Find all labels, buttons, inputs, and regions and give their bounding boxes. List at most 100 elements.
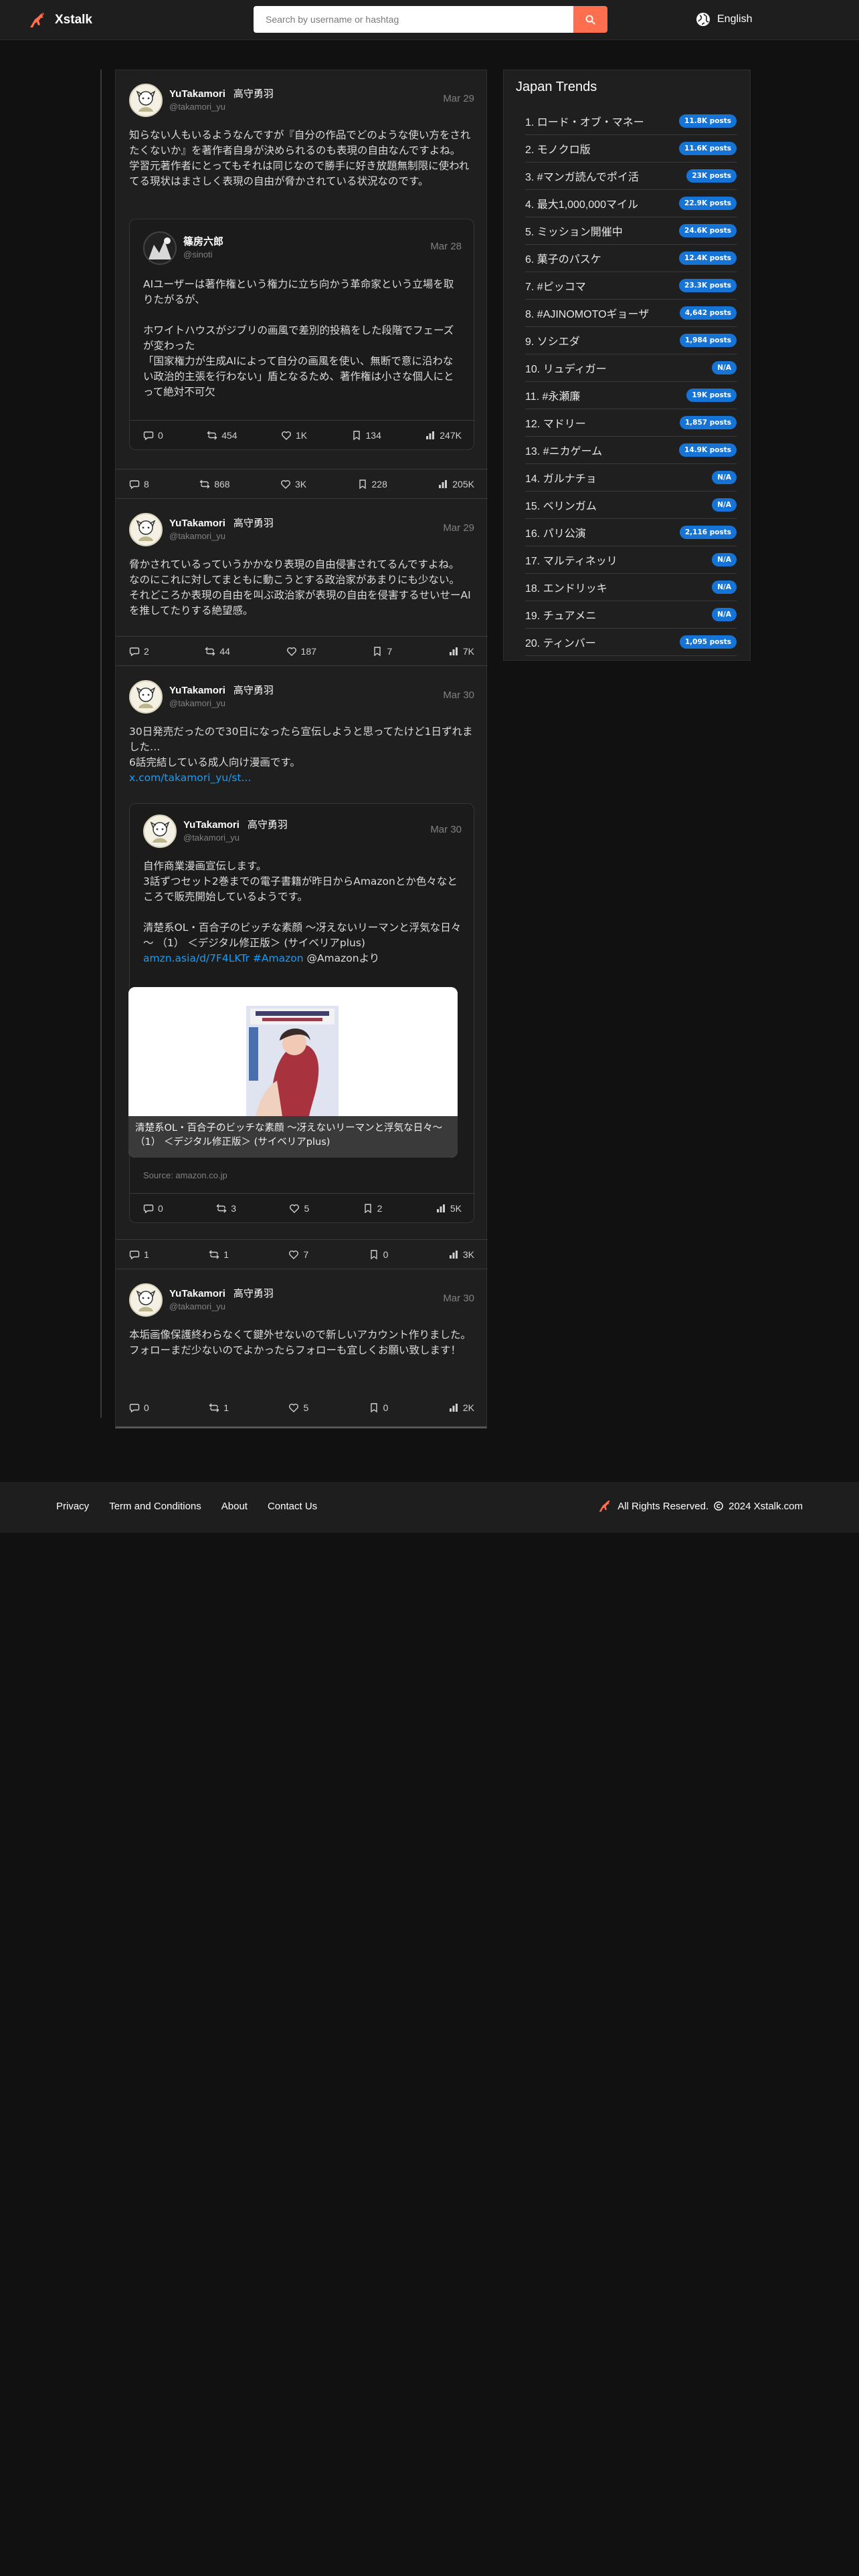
trend-count-badge: 2,116 posts — [679, 526, 737, 539]
retweet-icon — [216, 1204, 227, 1212]
footer-link-contact[interactable]: Contact Us — [268, 1501, 317, 1512]
trend-item[interactable]: 19. チュアメニ N/A — [525, 601, 737, 629]
user-name[interactable]: YuTakamori 高守勇羽 — [183, 817, 288, 831]
trend-item[interactable]: 7. #ピッコマ 23.3K posts — [525, 272, 737, 300]
reply-button[interactable]: 0 — [143, 430, 163, 441]
reply-icon — [129, 647, 140, 656]
retweet-button[interactable]: 454 — [207, 430, 237, 441]
bookmark-button[interactable]: 7 — [372, 646, 392, 657]
trend-label: 11. #永瀬廉 — [525, 391, 581, 403]
avatar[interactable] — [129, 680, 163, 714]
like-button[interactable]: 1K — [281, 430, 307, 441]
bookmark-button[interactable]: 0 — [369, 1249, 388, 1260]
trend-item[interactable]: 3. #マンガ読んでポイ活 23K posts — [525, 163, 737, 190]
like-button[interactable]: 187 — [286, 646, 316, 657]
trend-item[interactable]: 12. マドリー 1,857 posts — [525, 409, 737, 437]
amazon-link[interactable]: amzn.asia/d/7F4LKTr — [143, 952, 250, 964]
trend-item[interactable]: 11. #永瀬廉 19K posts — [525, 382, 737, 409]
trend-label: 7. #ピッコマ — [525, 282, 586, 293]
reply-button[interactable]: 0 — [143, 1203, 163, 1214]
reply-button[interactable]: 1 — [129, 1249, 149, 1260]
thread-connector — [100, 70, 102, 1418]
avatar-illustration-icon — [136, 520, 156, 541]
reply-icon — [129, 1250, 140, 1259]
trend-item[interactable]: 9. ソシエダ 1,984 posts — [525, 327, 737, 354]
retweet-button[interactable]: 1 — [209, 1402, 229, 1413]
like-button[interactable]: 7 — [288, 1249, 308, 1260]
trend-item[interactable]: 1. ロード・オブ・マネー 11.8K posts — [525, 108, 737, 135]
retweet-button[interactable]: 868 — [199, 479, 230, 490]
bookmark-button[interactable]: 2 — [363, 1203, 382, 1214]
footer-links: Privacy Term and Conditions About Contac… — [56, 1501, 317, 1512]
post-link[interactable]: x.com/takamori_yu/st... — [129, 770, 474, 786]
search-bar — [254, 6, 607, 33]
user-name[interactable]: 篠房六郎 — [183, 234, 223, 248]
trend-item[interactable]: 10. リュディガー N/A — [525, 354, 737, 382]
trend-item[interactable]: 20. ティンバー 1,095 posts — [525, 629, 737, 656]
brand-logo-link[interactable]: Xstalk — [28, 10, 92, 30]
trend-item[interactable]: 14. ガルナチョ N/A — [525, 464, 737, 492]
bookmark-button[interactable]: 228 — [357, 479, 387, 490]
bookmark-button[interactable]: 0 — [369, 1402, 388, 1413]
link-preview-card[interactable]: 清楚系OL・百合子のビッチな素顔 ～冴えないリーマンと浮気な日々～ （1） ＜デ… — [128, 987, 458, 1158]
post: YuTakamori 高守勇羽 @takamori_yu Mar 30 30日発売… — [116, 680, 488, 786]
trend-label: 12. マドリー — [525, 419, 586, 430]
like-button[interactable]: 5 — [288, 1402, 308, 1413]
trend-label: 6. 菓子のパスケ — [525, 254, 601, 265]
footer-copyright: All Rights Reserved. 2024 Xstalk.com — [597, 1499, 803, 1513]
search-icon — [585, 15, 595, 25]
retweet-button[interactable]: 1 — [209, 1249, 229, 1260]
footer-link-about[interactable]: About — [221, 1501, 248, 1512]
trend-item[interactable]: 17. マルティネッリ N/A — [525, 546, 737, 574]
avatar[interactable] — [129, 513, 163, 546]
avatar[interactable] — [143, 815, 177, 848]
reply-button[interactable]: 8 — [129, 479, 149, 490]
user-name[interactable]: YuTakamori 高守勇羽 — [169, 1286, 274, 1300]
trend-label: 9. ソシエダ — [525, 336, 580, 348]
post-actions: 8 868 3K 228 205K — [116, 469, 488, 498]
post-header: 篠房六郎 @sinoti Mar 28 — [143, 231, 462, 269]
post-actions: 0 3 5 2 5K — [130, 1193, 475, 1222]
footer-link-terms[interactable]: Term and Conditions — [109, 1501, 201, 1512]
footer-link-privacy[interactable]: Privacy — [56, 1501, 89, 1512]
search-input[interactable] — [254, 6, 573, 33]
trend-item[interactable]: 4. 最大1,000,000マイル 22.9K posts — [525, 190, 737, 217]
bar-chart-icon — [449, 1404, 458, 1412]
user-name[interactable]: YuTakamori 高守勇羽 — [169, 683, 274, 697]
post-date: Mar 29 — [443, 522, 474, 534]
retweet-button[interactable]: 44 — [205, 646, 230, 657]
user-name[interactable]: YuTakamori 高守勇羽 — [169, 516, 274, 530]
trend-item[interactable]: 8. #AJINOMOTOギョーザ 4,642 posts — [525, 300, 737, 327]
trend-item[interactable]: 5. ミッション開催中 24.6K posts — [525, 217, 737, 245]
avatar[interactable] — [143, 231, 177, 265]
bookmark-button[interactable]: 134 — [351, 430, 381, 441]
reply-button[interactable]: 0 — [129, 1402, 149, 1413]
retweet-button[interactable]: 3 — [216, 1203, 236, 1214]
trend-item[interactable]: 6. 菓子のパスケ 12.4K posts — [525, 245, 737, 272]
like-button[interactable]: 5 — [289, 1203, 309, 1214]
reply-button[interactable]: 2 — [129, 646, 149, 657]
trend-count-badge: N/A — [712, 608, 737, 621]
like-button[interactable]: 3K — [280, 479, 306, 490]
post-text: 本垢画像保護終わらなくて鍵外せないので新しいアカウント作りました。 フォローまだ… — [129, 1329, 472, 1356]
avatar[interactable] — [129, 84, 163, 117]
trend-count-badge: 11.8K posts — [679, 114, 737, 128]
trend-count-badge: 24.6K posts — [679, 224, 737, 237]
trend-count-badge: N/A — [712, 553, 737, 566]
trend-item[interactable]: 13. #ニカゲーム 14.9K posts — [525, 437, 737, 464]
user-name[interactable]: YuTakamori 高守勇羽 — [169, 86, 274, 100]
avatar-illustration-icon — [136, 1290, 156, 1311]
trend-item[interactable]: 2. モノクロ版 11.6K posts — [525, 135, 737, 163]
trend-item[interactable]: 15. ベリンガム N/A — [525, 492, 737, 519]
trend-item[interactable]: 18. エンドリッキ N/A — [525, 574, 737, 601]
quoted-post[interactable]: YuTakamori 高守勇羽 @takamori_yu Mar 30 自作商業漫… — [128, 803, 475, 1223]
trend-item[interactable]: 16. パリ公演 2,116 posts — [525, 519, 737, 546]
bookmark-icon — [370, 1249, 377, 1259]
search-button[interactable] — [573, 6, 607, 33]
reply-icon — [129, 479, 140, 489]
quoted-post[interactable]: 篠房六郎 @sinoti Mar 28 AIユーザーは著作権という権力に立ち向か… — [129, 219, 475, 450]
avatar[interactable] — [129, 1283, 163, 1317]
hashtag-link[interactable]: #Amazon — [253, 952, 304, 964]
language-selector[interactable]: English — [696, 11, 752, 28]
trend-count-badge: N/A — [712, 361, 737, 374]
